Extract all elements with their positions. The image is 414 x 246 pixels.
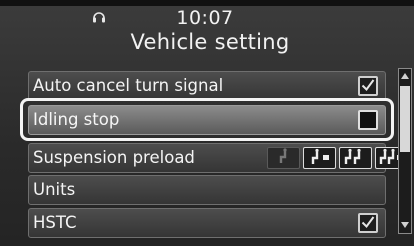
idling-stop-checkbox[interactable] [358,110,378,130]
setting-row-hstc[interactable]: HSTC [28,208,386,238]
setting-row-auto-cancel-turn-signal[interactable]: Auto cancel turn signal [28,71,386,101]
rider-icon[interactable] [267,147,300,169]
scrollbar-thumb[interactable] [400,86,410,152]
rider-luggage-icon[interactable] [303,147,336,169]
setting-label: HSTC [33,213,77,232]
scroll-up-arrow-icon[interactable] [400,71,410,81]
setting-label: Auto cancel turn signal [33,76,224,95]
setting-row-suspension-preload[interactable]: Suspension preload [28,143,408,173]
headset-icon [92,9,106,25]
checkmark-icon [361,79,375,92]
clock: 10:07 [176,7,234,29]
setting-label: Idling stop [33,110,120,129]
status-bar: 10:07 [0,6,414,29]
auto-cancel-checkbox[interactable] [358,76,378,96]
page-title: Vehicle setting [130,30,290,54]
setting-label: Suspension preload [33,148,195,167]
scroll-down-arrow-icon[interactable] [400,220,410,230]
checkmark-icon [361,216,375,229]
vehicle-setting-screen: 10:07 Vehicle setting Auto cancel turn s… [0,0,414,246]
setting-row-idling-stop[interactable]: Idling stop [28,105,386,135]
setting-row-units[interactable]: Units [28,175,386,205]
hstc-checkbox[interactable] [358,213,378,233]
rider-passenger-icon[interactable] [339,147,372,169]
scrollbar[interactable] [398,68,412,234]
setting-label: Units [33,180,76,199]
